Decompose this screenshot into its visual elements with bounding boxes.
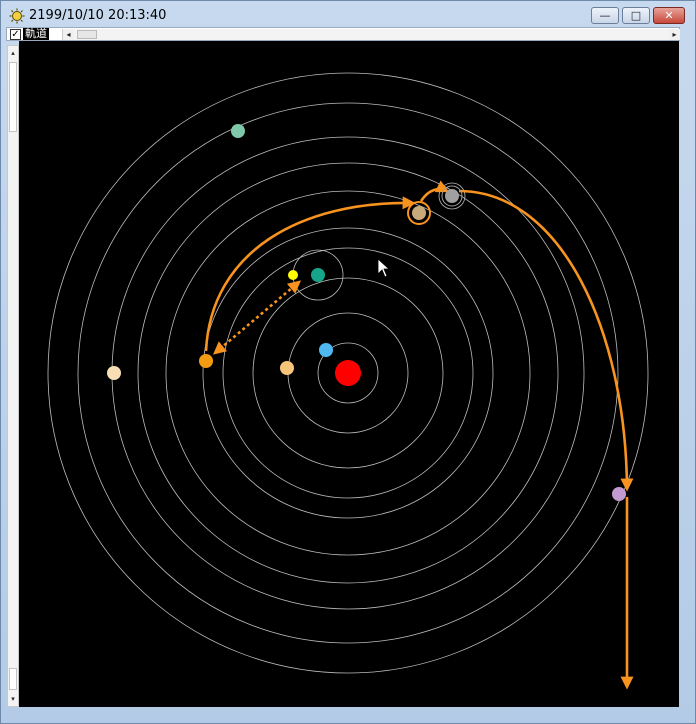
planet-pale-peach[interactable] (107, 366, 121, 380)
sun-app-icon (9, 8, 25, 24)
planet-mint[interactable] (231, 124, 245, 138)
title-bar[interactable]: 2199/10/10 20:13:40 — □ ✕ (1, 1, 695, 29)
toolbar: ✓ 軌道 ◂ ▸ (6, 27, 680, 41)
maximize-button[interactable]: □ (622, 7, 650, 24)
horizontal-scrollbar[interactable]: ◂ ▸ (62, 29, 680, 40)
planet-tan[interactable] (412, 206, 426, 220)
scroll-right-arrow-icon[interactable]: ▸ (669, 29, 680, 40)
vertical-scroll-thumb-lower[interactable] (9, 668, 17, 690)
minimize-button[interactable]: — (591, 7, 619, 24)
planet-gray[interactable] (445, 189, 459, 203)
minimize-icon: — (599, 9, 611, 22)
scroll-down-arrow-icon[interactable]: ▾ (8, 693, 18, 705)
maximize-icon: □ (630, 9, 642, 22)
orbit-checkbox[interactable]: ✓ (10, 29, 21, 40)
sun[interactable] (335, 360, 361, 386)
vertical-scrollbar[interactable]: ▴ ▾ (7, 45, 19, 707)
app-window: 2199/10/10 20:13:40 — □ ✕ ✓ 軌道 ◂ ▸ ▴ ▾ (0, 0, 696, 724)
scroll-left-arrow-icon[interactable]: ◂ (63, 29, 74, 40)
route-arc-1 (204, 196, 416, 352)
route-arc-2 (458, 189, 634, 492)
planet-light-blue[interactable] (319, 343, 333, 357)
transfer-routes (204, 180, 634, 690)
solar-system-map[interactable] (19, 41, 679, 707)
status-bar (1, 707, 695, 724)
vertical-scroll-thumb[interactable] (9, 62, 17, 132)
orbit-checkbox-label[interactable]: 軌道 (23, 28, 49, 40)
planet-orange[interactable] (199, 354, 213, 368)
horizontal-scroll-thumb[interactable] (77, 30, 97, 39)
orbit-map-svg (47, 72, 649, 690)
check-icon: ✓ (11, 29, 20, 40)
close-icon: ✕ (664, 9, 674, 22)
window-title: 2199/10/10 20:13:40 (29, 8, 167, 23)
scroll-up-arrow-icon[interactable]: ▴ (8, 47, 18, 59)
mouse-cursor-icon (377, 258, 391, 278)
moon-yellow[interactable] (288, 270, 298, 280)
planet-teal[interactable] (311, 268, 325, 282)
close-button[interactable]: ✕ (653, 7, 685, 24)
planet-violet[interactable] (612, 487, 626, 501)
planet-peach[interactable] (280, 361, 294, 375)
